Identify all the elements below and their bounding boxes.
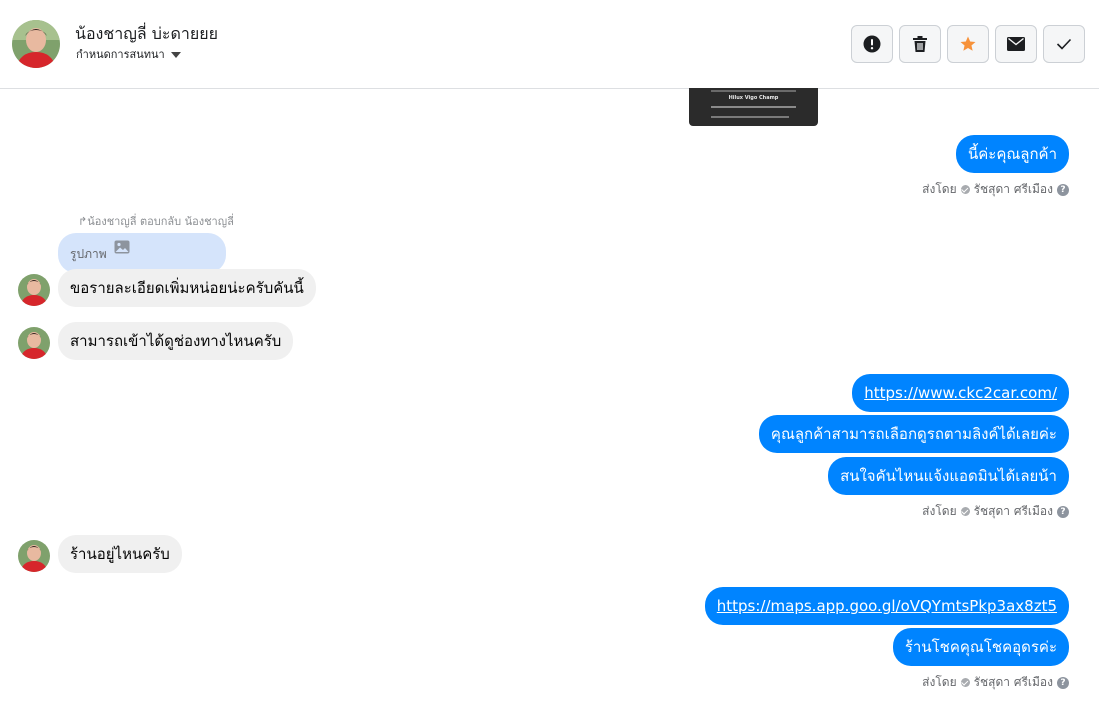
message-outgoing[interactable]: ร้านโชคคุณโชคอุดรค่ะ xyxy=(892,628,1069,666)
contact-avatar-small[interactable] xyxy=(18,274,50,306)
thumbnail-title: Hilux Vigo Champ xyxy=(728,95,779,101)
message-outgoing[interactable]: คุณลูกค้าสามารถเลือกดูรถตามลิงค์ได้เลยค่… xyxy=(758,415,1069,453)
image-icon xyxy=(114,240,130,254)
reply-context: ↱น้องชาญลี่ ตอบกลับ น้องชาญลี่ xyxy=(78,212,234,230)
sent-by-info: ส่งโดย รัชสุดา ศรีเมือง ? xyxy=(922,673,1069,692)
message-incoming[interactable]: สามารถเข้าได้ดูช่องทางไหนครับ xyxy=(58,322,294,360)
sent-by-agent: รัชสุดา ศรีเมือง xyxy=(973,504,1053,518)
contact-avatar[interactable] xyxy=(12,20,60,68)
reply-context-label: น้องชาญลี่ ตอบกลับ น้องชาญลี่ xyxy=(87,215,234,228)
check-circle-icon xyxy=(960,507,970,516)
envelope-icon xyxy=(1007,37,1025,51)
sent-by-label: ส่งโดย xyxy=(922,675,957,689)
help-icon[interactable]: ? xyxy=(1057,505,1069,518)
check-circle-icon xyxy=(960,678,970,687)
message-link[interactable]: https://maps.app.goo.gl/oVQYmtsPkp3ax8zt… xyxy=(717,597,1057,615)
conversation-settings-label: กำหนดการสนทนา xyxy=(76,48,165,61)
reply-quote[interactable]: รูปภาพ xyxy=(58,233,226,273)
check-icon xyxy=(1056,38,1072,50)
check-circle-icon xyxy=(960,185,970,194)
sent-by-label: ส่งโดย xyxy=(922,182,957,196)
help-icon[interactable]: ? xyxy=(1057,183,1069,196)
message-incoming[interactable]: ขอรายละเอียดเพิ่มหน่อยน่ะครับคันนี้ xyxy=(58,269,316,307)
mark-spam-button[interactable] xyxy=(851,25,893,63)
mark-unread-button[interactable] xyxy=(995,25,1037,63)
contact-avatar-small[interactable] xyxy=(18,540,50,572)
sent-by-agent: รัชสุดา ศรีเมือง xyxy=(973,182,1053,196)
conversation-settings-dropdown[interactable]: กำหนดการสนทนา xyxy=(76,45,181,63)
message-outgoing-link[interactable]: https://www.ckc2car.com/ xyxy=(852,374,1069,412)
star-icon xyxy=(960,36,976,51)
sent-by-info: ส่งโดย รัชสุดา ศรีเมือง ? xyxy=(922,502,1069,521)
reply-quote-label: รูปภาพ xyxy=(70,247,107,261)
caret-down-icon xyxy=(170,52,181,58)
trash-icon xyxy=(913,36,927,52)
header-actions xyxy=(851,25,1085,63)
help-icon[interactable]: ? xyxy=(1057,676,1069,689)
sent-by-info: ส่งโดย รัชสุดา ศรีเมือง ? xyxy=(922,180,1069,199)
message-outgoing[interactable]: นี้ค่ะคุณลูกค้า xyxy=(955,135,1069,173)
thumbnail-text-line xyxy=(711,106,796,108)
sent-by-label: ส่งโดย xyxy=(922,504,957,518)
contact-avatar-small[interactable] xyxy=(18,327,50,359)
thumbnail-text-line xyxy=(711,90,796,92)
sent-by-agent: รัชสุดา ศรีเมือง xyxy=(973,675,1053,689)
delete-button[interactable] xyxy=(899,25,941,63)
reply-arrow-icon: ↱ xyxy=(78,215,88,228)
mark-done-button[interactable] xyxy=(1043,25,1085,63)
message-outgoing[interactable]: สนใจคันไหนแจ้งแอดมินได้เลยน้า xyxy=(828,457,1069,495)
star-button[interactable] xyxy=(947,25,989,63)
message-link[interactable]: https://www.ckc2car.com/ xyxy=(864,384,1057,402)
message-incoming[interactable]: ร้านอยู่ไหนครับ xyxy=(58,535,182,573)
conversation-header: น้องชาญลี่ บ่ะดายยย กำหนดการสนทนา xyxy=(0,0,1099,89)
alert-icon xyxy=(863,35,881,53)
thumbnail-text-line xyxy=(711,116,789,118)
message-outgoing-link[interactable]: https://maps.app.goo.gl/oVQYmtsPkp3ax8zt… xyxy=(704,587,1069,625)
vehicle-image-attachment[interactable]: Hilux Vigo Champ xyxy=(689,88,818,126)
contact-name[interactable]: น้องชาญลี่ บ่ะดายยย xyxy=(75,22,218,47)
